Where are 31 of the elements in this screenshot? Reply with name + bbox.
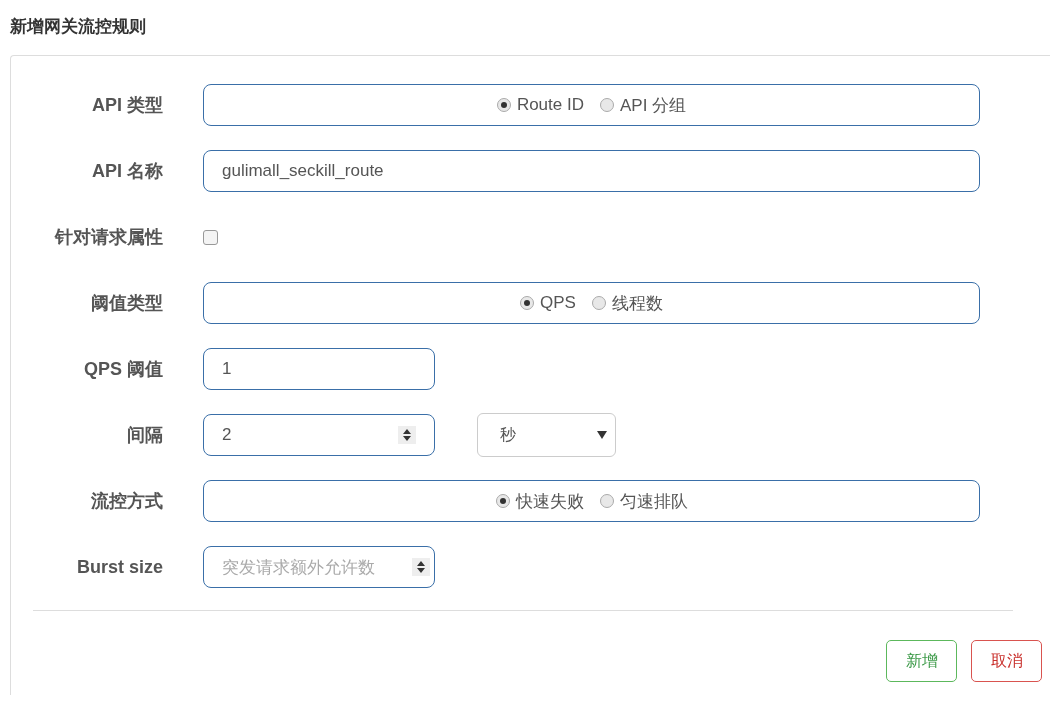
field-label: QPS 阈值 — [83, 358, 164, 381]
field-label: 针对请求属性 — [53, 226, 164, 249]
dialog-title: 新增网关流控规则 — [9, 16, 147, 38]
spinner-icon[interactable] — [398, 426, 416, 444]
radio-button[interactable] — [591, 296, 606, 310]
radio-option[interactable]: 快速失败 — [495, 489, 584, 513]
radio-button[interactable] — [520, 296, 535, 310]
radio-button[interactable] — [600, 98, 614, 112]
field-label: 间隔 — [126, 424, 164, 447]
checkbox[interactable] — [203, 229, 218, 245]
text-input[interactable]: gulimall_seckill_route — [203, 150, 980, 192]
field-label: Burst size — [75, 556, 164, 578]
add-button[interactable]: 新增 — [886, 640, 957, 682]
text-input[interactable]: 1 — [203, 348, 435, 390]
radio-button[interactable] — [495, 494, 510, 508]
radio-option[interactable]: 线程数 — [591, 291, 663, 315]
radio-button[interactable] — [599, 494, 614, 508]
field-label: API 名称 — [91, 160, 164, 183]
unit-select[interactable]: 秒 — [477, 413, 616, 457]
cancel-button[interactable]: 取消 — [971, 640, 1042, 682]
field-label: API 类型 — [91, 94, 164, 117]
caret-icon — [597, 431, 607, 439]
field-label: 阈值类型 — [90, 292, 164, 315]
spinner-icon[interactable] — [412, 558, 430, 576]
radio-button[interactable] — [496, 98, 511, 112]
field-label: 流控方式 — [90, 490, 164, 513]
radio-option[interactable]: API 分组 — [600, 93, 687, 117]
number-input[interactable]: 2 — [203, 414, 435, 456]
radio-option[interactable]: Route ID — [496, 95, 584, 115]
radio-option[interactable]: QPS — [520, 293, 576, 313]
radio-option[interactable]: 匀速排队 — [599, 489, 688, 513]
